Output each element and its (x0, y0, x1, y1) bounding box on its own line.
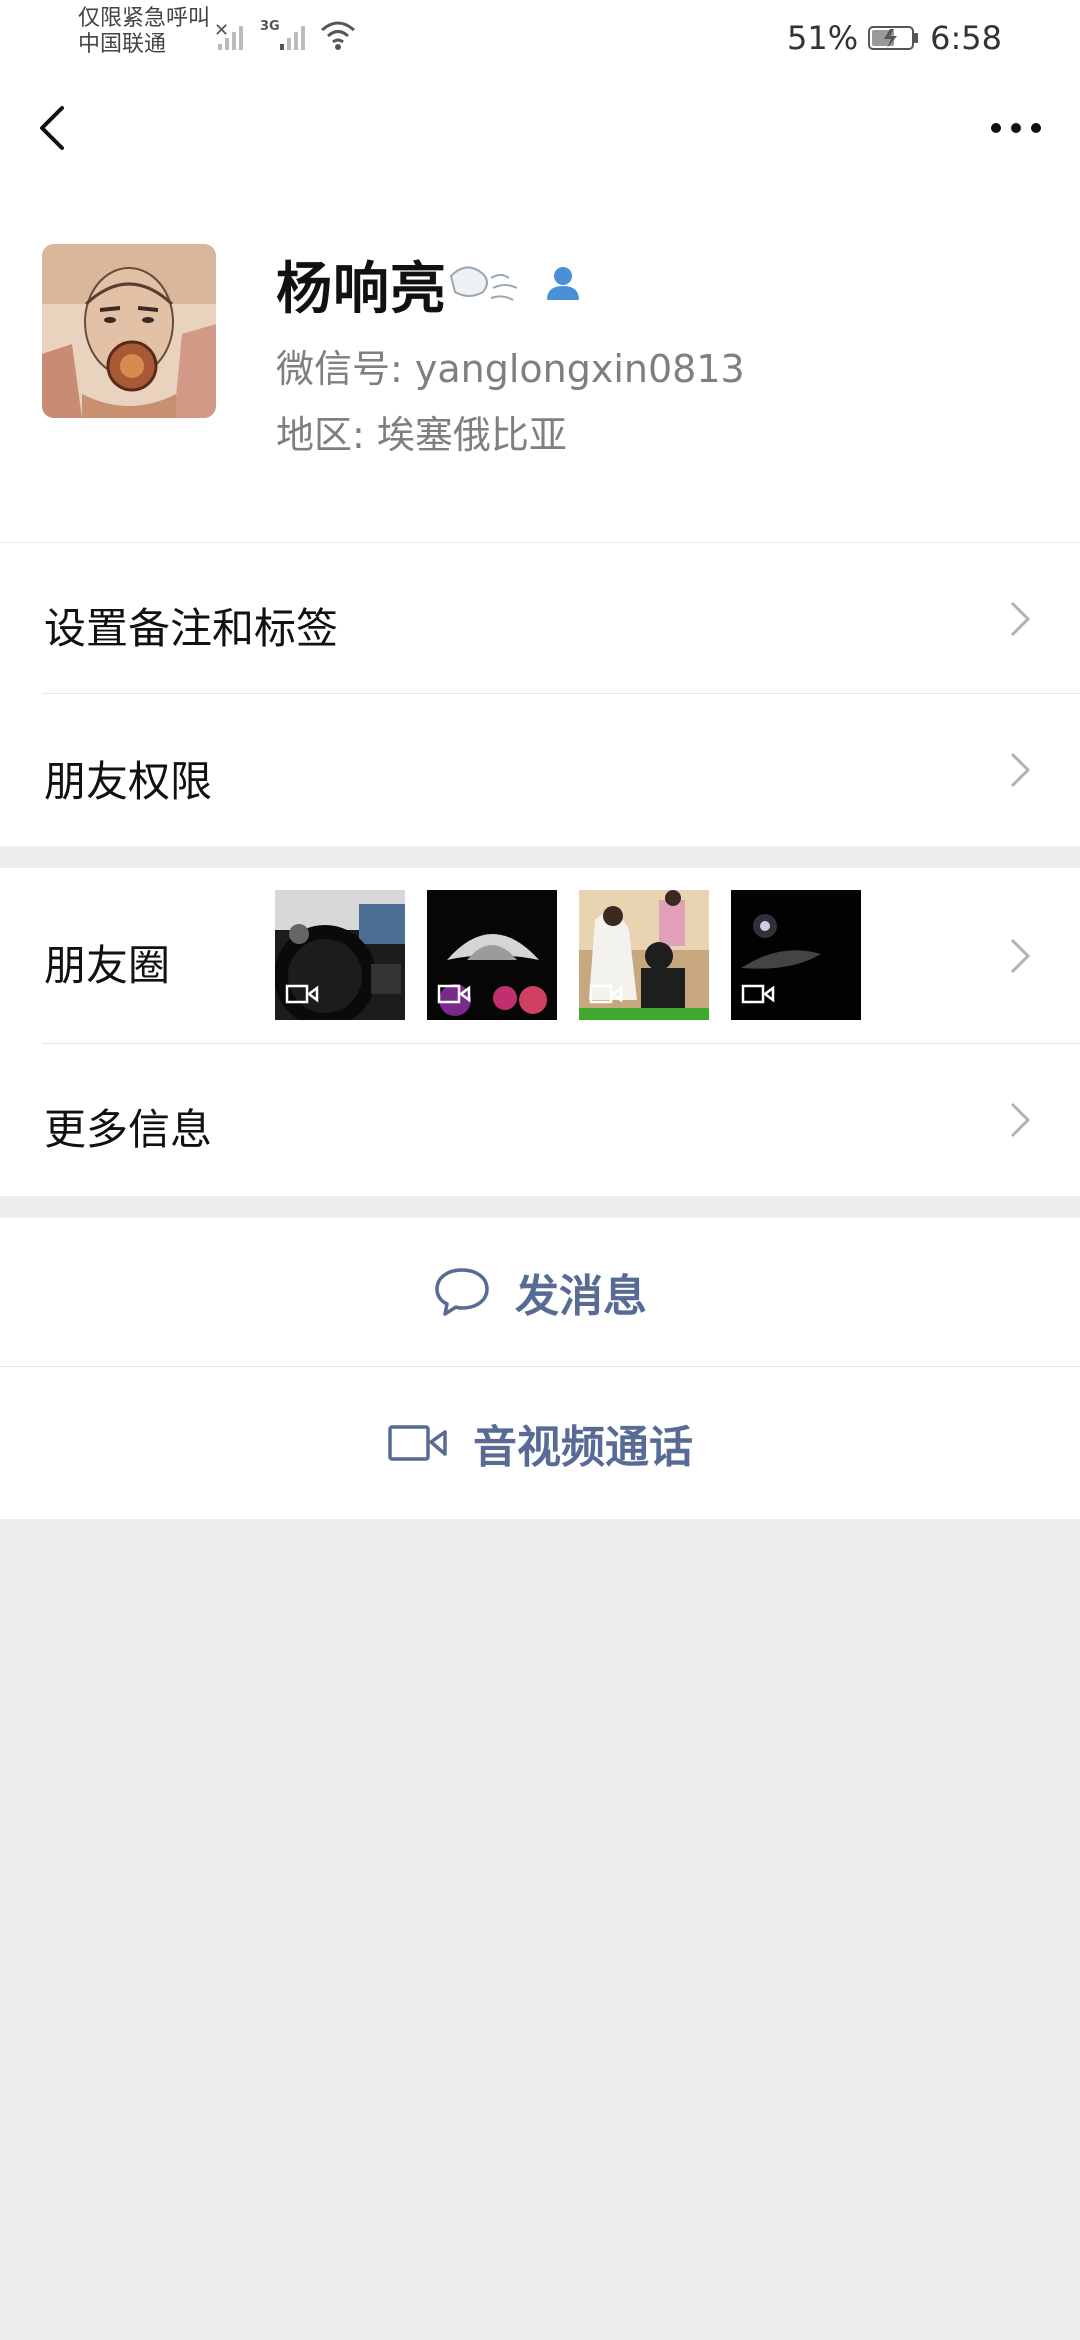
remark-tags-row[interactable]: 设置备注和标签 (0, 543, 1080, 694)
region: 地区: 埃塞俄比亚 (276, 413, 567, 457)
moments-label: 朋友圈 (44, 941, 171, 990)
chevron-right-icon (1010, 752, 1031, 788)
name-row: 杨响亮 (276, 244, 593, 324)
signal-icons: ✕ 3G (214, 19, 355, 50)
more-info-row[interactable]: 更多信息 (0, 1044, 1080, 1196)
contact-name: 杨响亮 (276, 256, 447, 322)
profile-header: 杨响亮 微信号: yanglongxin0813 地区: 埃塞俄比亚 (0, 200, 1080, 542)
avatar[interactable] (42, 244, 216, 418)
svg-text:✕: ✕ (214, 20, 229, 41)
no-signal-icon: ✕ (214, 20, 243, 50)
chevron-right-icon (1010, 601, 1031, 637)
back-chevron-icon[interactable] (28, 98, 88, 158)
battery-percent: 51% (787, 19, 859, 57)
clock: 6:58 (930, 19, 1002, 57)
carrier-line1: 仅限紧急呼叫 (78, 6, 211, 31)
carrier-line2: 中国联通 (78, 32, 167, 57)
video-call-button[interactable]: 音视频通话 (0, 1367, 1080, 1519)
moments-thumbnail-wedding[interactable] (579, 890, 709, 1020)
video-call-label: 音视频通话 (473, 1422, 693, 1473)
moments-thumbnail-car-interior[interactable] (275, 890, 405, 1020)
moments-thumbnail-night-road[interactable] (427, 890, 557, 1020)
chevron-right-icon (1010, 1102, 1031, 1138)
send-message-button[interactable]: 发消息 (0, 1218, 1080, 1366)
moments-row[interactable]: 朋友圈 (0, 868, 1080, 1044)
status-bar: 仅限紧急呼叫 中国联通 ✕ 3G 51% 6:58 (0, 0, 1080, 72)
chat-bubble-icon (435, 1268, 489, 1316)
status-right: 51% 6:58 (787, 18, 1002, 58)
network-type: 3G (260, 19, 280, 34)
video-camera-icon (388, 1425, 447, 1461)
friend-permissions-row[interactable]: 朋友权限 (0, 694, 1080, 846)
remark-tags-label: 设置备注和标签 (44, 604, 339, 653)
wechat-id: 微信号: yanglongxin0813 (276, 347, 745, 391)
top-nav (0, 72, 1080, 200)
battery-charging-icon (868, 26, 919, 50)
friend-permissions-label: 朋友权限 (44, 757, 213, 806)
moments-thumbnail-dark-road[interactable] (731, 890, 861, 1020)
wifi-icon (321, 21, 355, 50)
breath-emoji-icon (449, 266, 518, 301)
signal-3g-icon: 3G (260, 19, 305, 50)
send-message-label: 发消息 (515, 1271, 647, 1322)
more-info-label: 更多信息 (44, 1105, 213, 1154)
chevron-right-icon (1010, 938, 1031, 974)
contact-person-icon (547, 267, 579, 300)
carrier-info: 仅限紧急呼叫 中国联通 (78, 6, 210, 58)
more-dots-icon[interactable] (982, 98, 1054, 158)
